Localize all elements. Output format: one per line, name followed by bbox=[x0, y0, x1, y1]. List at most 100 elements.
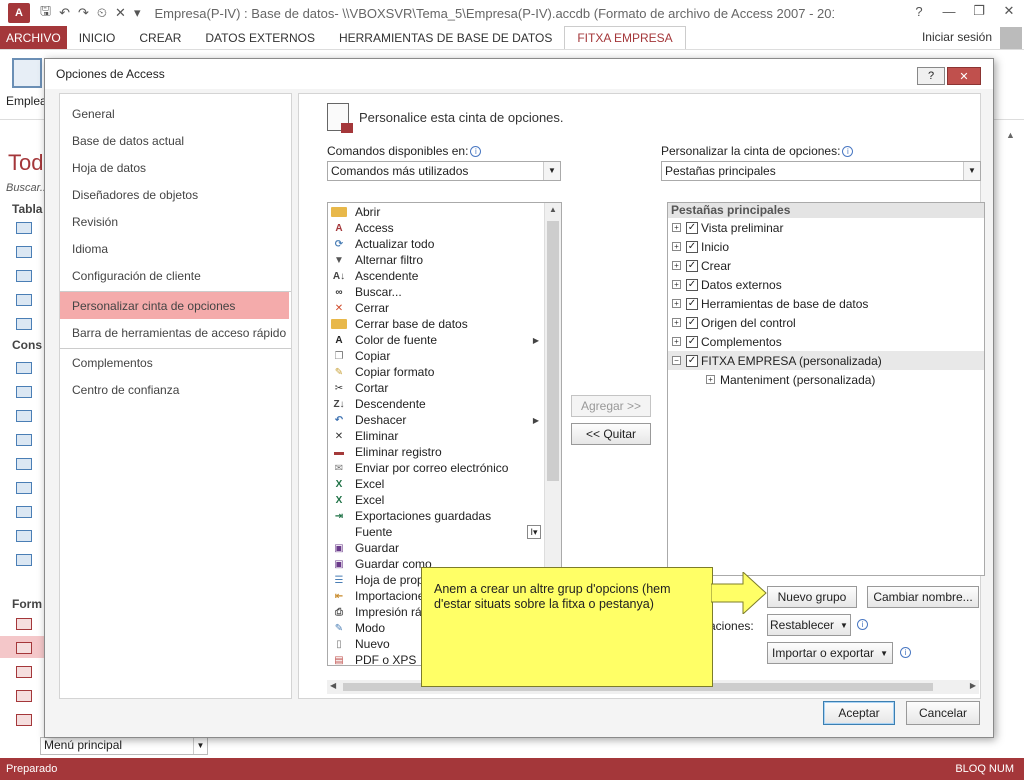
form-object-icon[interactable] bbox=[16, 690, 32, 702]
sidebar-item-trust-center[interactable]: Centro de confianza bbox=[60, 376, 291, 403]
expand-icon[interactable]: + bbox=[672, 337, 681, 346]
command-item[interactable]: ✕ Cerrar bbox=[328, 300, 561, 316]
tab-checkbox[interactable]: ✓ bbox=[686, 316, 698, 329]
chevron-left-icon[interactable]: ◀ bbox=[330, 681, 336, 690]
main-menu-field[interactable]: Menú principal ▼ bbox=[40, 737, 208, 755]
tab-checkbox[interactable]: ✓ bbox=[686, 240, 698, 253]
nav-group-forms[interactable]: Form bbox=[12, 597, 42, 611]
tree-tab-node[interactable]: + ✓ Crear bbox=[668, 256, 984, 275]
table-icon[interactable] bbox=[16, 294, 32, 306]
query-icon[interactable] bbox=[16, 386, 32, 398]
table-icon[interactable] bbox=[16, 222, 32, 234]
query-icon[interactable] bbox=[16, 530, 32, 542]
info-icon[interactable]: i bbox=[842, 146, 854, 157]
expand-icon[interactable]: + bbox=[672, 318, 681, 327]
form-object-icon[interactable] bbox=[16, 666, 32, 678]
query-icon[interactable] bbox=[16, 458, 32, 470]
customize-qa-icon[interactable]: ▾ bbox=[134, 5, 141, 21]
query-icon[interactable] bbox=[16, 506, 32, 518]
tree-tab-node[interactable]: + ✓ Inicio bbox=[668, 237, 984, 256]
collapse-icon[interactable]: − bbox=[672, 356, 681, 365]
clock-icon[interactable]: ⏲ bbox=[97, 5, 107, 21]
commands-combo[interactable]: Comandos más utilizados ▼ bbox=[327, 161, 561, 181]
tab-checkbox[interactable]: ✓ bbox=[686, 297, 698, 310]
import-export-button[interactable]: Importar o exportar ▼ bbox=[767, 642, 893, 664]
expand-icon[interactable]: + bbox=[706, 375, 715, 384]
query-icon[interactable] bbox=[16, 482, 32, 494]
query-icon[interactable] bbox=[16, 410, 32, 422]
rename-button[interactable]: Cambiar nombre... bbox=[867, 586, 979, 608]
redo-icon[interactable]: ↷ bbox=[78, 5, 89, 21]
help-button[interactable]: ? bbox=[904, 0, 934, 22]
tree-tab-node[interactable]: + ✓ Datos externos bbox=[668, 275, 984, 294]
table-icon[interactable] bbox=[16, 246, 32, 258]
tab-fitxa-empresa[interactable]: FITXA EMPRESA bbox=[564, 26, 686, 49]
tree-tab-node[interactable]: + ✓ Vista preliminar bbox=[668, 218, 984, 237]
sidebar-item-current-db[interactable]: Base de datos actual bbox=[60, 127, 291, 154]
nav-pane-title[interactable]: Tod bbox=[8, 150, 43, 176]
tab-crear[interactable]: CREAR bbox=[127, 26, 193, 49]
form-object-icon[interactable] bbox=[16, 618, 32, 630]
tab-herramientas[interactable]: HERRAMIENTAS DE BASE DE DATOS bbox=[327, 26, 564, 49]
add-button[interactable]: Agregar >> bbox=[571, 395, 651, 417]
command-item[interactable]: ✎ Copiar formato bbox=[328, 364, 561, 380]
dialog-close-button[interactable]: ✕ bbox=[947, 67, 981, 85]
tree-group-node[interactable]: + Manteniment (personalizada) bbox=[668, 370, 984, 389]
tab-checkbox[interactable]: ✓ bbox=[686, 259, 698, 272]
sidebar-item-customize-ribbon[interactable]: Personalizar cinta de opciones bbox=[60, 292, 289, 319]
form-icon[interactable] bbox=[12, 58, 42, 88]
command-item[interactable]: ⟳ Actualizar todo bbox=[328, 236, 561, 252]
query-icon[interactable] bbox=[16, 362, 32, 374]
command-item[interactable]: Z↓ Descendente bbox=[328, 396, 561, 412]
command-item[interactable]: Cerrar base de datos bbox=[328, 316, 561, 332]
table-icon[interactable] bbox=[16, 318, 32, 330]
tree-tab-node[interactable]: + ✓ Herramientas de base de datos bbox=[668, 294, 984, 313]
remove-button[interactable]: << Quitar bbox=[571, 423, 651, 445]
command-item[interactable]: ⇥ Exportaciones guardadas bbox=[328, 508, 561, 524]
command-item[interactable]: ✉ Enviar por correo electrónico bbox=[328, 460, 561, 476]
command-item[interactable]: ▣ Guardar bbox=[328, 540, 561, 556]
sidebar-item-client[interactable]: Configuración de cliente bbox=[60, 262, 291, 289]
expand-icon[interactable]: + bbox=[672, 299, 681, 308]
customize-combo[interactable]: Pestañas principales ▼ bbox=[661, 161, 981, 181]
cancel-button[interactable]: Cancelar bbox=[906, 701, 980, 725]
command-item[interactable]: A Color de fuente ▶ bbox=[328, 332, 561, 348]
command-item[interactable]: ✂ Cortar bbox=[328, 380, 561, 396]
chevron-down-icon[interactable]: ▼ bbox=[963, 162, 980, 180]
table-icon[interactable] bbox=[16, 270, 32, 282]
close-window-button[interactable]: ✕ bbox=[994, 0, 1024, 22]
tab-archivo[interactable]: ARCHIVO bbox=[0, 26, 67, 49]
save-icon[interactable]: 🖫 bbox=[40, 2, 51, 24]
expand-icon[interactable]: + bbox=[672, 223, 681, 232]
ok-button[interactable]: Aceptar bbox=[823, 701, 895, 725]
query-icon[interactable] bbox=[16, 554, 32, 566]
sidebar-item-proofing[interactable]: Revisión bbox=[60, 208, 291, 235]
sidebar-item-addins[interactable]: Complementos bbox=[60, 349, 291, 376]
reset-button[interactable]: Restablecer ▼ bbox=[767, 614, 851, 636]
restore-button[interactable]: ❐ bbox=[964, 0, 994, 22]
chevron-down-icon[interactable]: ▼ bbox=[193, 738, 207, 754]
tab-checkbox[interactable]: ✓ bbox=[686, 354, 698, 367]
sidebar-item-datasheet[interactable]: Hoja de datos bbox=[60, 154, 291, 181]
tab-checkbox[interactable]: ✓ bbox=[686, 335, 698, 348]
expand-icon[interactable]: + bbox=[672, 242, 681, 251]
nav-group-queries[interactable]: Cons bbox=[12, 338, 42, 352]
chevron-down-icon[interactable]: ▼ bbox=[543, 162, 560, 180]
tab-checkbox[interactable]: ✓ bbox=[686, 278, 698, 291]
right-scrollbar[interactable]: ▲ bbox=[1001, 120, 1024, 760]
command-item[interactable]: Fuente I▾ bbox=[328, 524, 561, 540]
sidebar-item-language[interactable]: Idioma bbox=[60, 235, 291, 262]
close-icon[interactable]: ✕ bbox=[115, 5, 126, 21]
sidebar-item-designers[interactable]: Diseñadores de objetos bbox=[60, 181, 291, 208]
command-item[interactable]: ▼ Alternar filtro bbox=[328, 252, 561, 268]
command-item[interactable]: A Access bbox=[328, 220, 561, 236]
command-item[interactable]: ❐ Copiar bbox=[328, 348, 561, 364]
tree-tab-node[interactable]: − ✓ FITXA EMPRESA (personalizada) bbox=[668, 351, 984, 370]
signin-link[interactable]: Iniciar sesión bbox=[922, 30, 992, 44]
command-item[interactable]: Abrir bbox=[328, 204, 561, 220]
ribbon-tabs-tree[interactable]: Pestañas principales + ✓ Vista preliminar +… bbox=[667, 202, 985, 576]
command-item[interactable]: ✕ Eliminar bbox=[328, 428, 561, 444]
minimize-button[interactable]: — bbox=[934, 0, 964, 22]
query-icon[interactable] bbox=[16, 434, 32, 446]
form-object-icon[interactable] bbox=[16, 714, 32, 726]
